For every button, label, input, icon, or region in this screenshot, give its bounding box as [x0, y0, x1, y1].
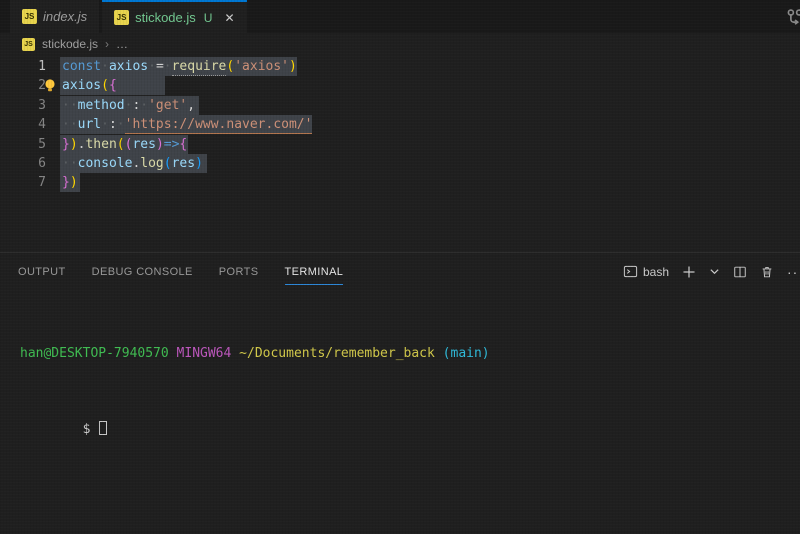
shell-label: bash	[642, 264, 669, 279]
git-compare-icon[interactable]	[784, 7, 800, 29]
tab-label: index.js	[43, 9, 88, 24]
tab-index-js[interactable]: JS index.js	[10, 0, 100, 33]
new-terminal-icon[interactable]	[682, 265, 696, 279]
code-token: ·	[101, 117, 109, 132]
code-token: method	[77, 98, 125, 113]
line-number[interactable]: 5	[0, 135, 46, 154]
terminal-output[interactable]: han@DESKTOP-7940570 MINGW64 ~/Documents/…	[0, 290, 800, 530]
line-number[interactable]: 4	[0, 115, 46, 134]
editor-actions	[784, 7, 800, 29]
code-token: ·	[140, 98, 149, 113]
code-token: ·	[116, 117, 125, 132]
terminal-shell-picker[interactable]: bash	[623, 264, 669, 279]
javascript-file-icon: JS	[22, 9, 37, 24]
terminal-prompt-line: $	[20, 401, 800, 458]
code-token: 'get'	[148, 98, 188, 113]
code-token: 'axios'	[234, 59, 290, 74]
breadcrumb-separator-icon: ›	[105, 37, 110, 51]
tab-label: stickode.js	[135, 10, 196, 25]
code-token: (	[116, 137, 125, 152]
line-number[interactable]: 6	[0, 154, 46, 173]
panel-header: OUTPUT DEBUG CONSOLE PORTS TERMINAL bash	[0, 252, 800, 290]
panel-tab-ports[interactable]: PORTS	[219, 258, 259, 285]
code-token: :	[108, 117, 117, 132]
code-token: ,	[187, 98, 196, 113]
code-token: )	[69, 175, 78, 190]
line-number[interactable]: 3	[0, 96, 46, 115]
code-token: ·	[148, 59, 156, 74]
code-token: res	[171, 156, 196, 171]
code-token: {	[108, 78, 117, 93]
chevron-down-icon[interactable]	[709, 266, 720, 277]
git-untracked-badge: U	[203, 10, 213, 25]
code-token: const	[62, 59, 102, 74]
javascript-file-icon: JS	[114, 10, 130, 25]
code-line: axios({	[62, 76, 117, 95]
code-line: ··method·:·'get',	[62, 96, 195, 115]
line-number[interactable]: 1	[0, 57, 46, 76]
kill-terminal-trash-icon[interactable]	[760, 265, 774, 279]
javascript-file-icon: JS	[22, 37, 35, 51]
breadcrumb-file[interactable]: stickode.js	[42, 37, 98, 51]
split-terminal-icon[interactable]	[733, 265, 747, 279]
code-token: 'https://www.naver.com/'	[124, 117, 313, 134]
code-token: ·	[163, 59, 172, 74]
code-token: axios	[62, 78, 102, 93]
code-token: ··	[62, 117, 78, 132]
code-token: res	[132, 137, 156, 152]
code-token: ··	[62, 98, 78, 113]
code-token: console	[77, 156, 133, 171]
more-actions-icon[interactable]: ···	[787, 264, 800, 280]
terminal-text-segment: ~/Documents/remember_back	[239, 346, 435, 361]
code-token: }	[62, 175, 70, 190]
editor-tab-bar: JS index.js JS stickode.js U ✕	[0, 0, 800, 33]
terminal-cursor	[99, 421, 108, 435]
panel-tab-debug-console[interactable]: DEBUG CONSOLE	[92, 258, 193, 285]
code-token: require	[171, 59, 227, 76]
code-line: ··console.log(res)	[62, 154, 203, 173]
terminal-text-segment: MINGW64	[176, 346, 232, 361]
code-token: )	[195, 156, 203, 171]
panel-tabs: OUTPUT DEBUG CONSOLE PORTS TERMINAL	[18, 258, 344, 285]
code-token: =>	[163, 137, 180, 152]
panel-tab-terminal[interactable]: TERMINAL	[284, 258, 344, 285]
code-editor[interactable]: 1234567 const·axios·=·require('axios') ax…	[0, 55, 800, 252]
code-token: ·	[101, 59, 109, 74]
terminal-text-segment: (main)	[442, 346, 490, 361]
code-token: ··	[62, 156, 78, 171]
lightbulb-code-action-icon[interactable]	[44, 79, 56, 97]
code-token: }	[62, 137, 70, 152]
vscode-window: JS index.js JS stickode.js U ✕ JS sticko…	[0, 0, 800, 534]
bottom-panel: OUTPUT DEBUG CONSOLE PORTS TERMINAL bash	[0, 252, 800, 530]
code-token: )	[155, 137, 164, 152]
code-token: then	[85, 137, 117, 152]
code-token: axios	[108, 59, 149, 74]
breadcrumb: JS stickode.js › …	[0, 33, 800, 55]
breadcrumb-more[interactable]: …	[116, 37, 128, 51]
code-line: ··url·:·'https://www.naver.com/'	[62, 115, 313, 134]
code-token: )	[69, 137, 78, 152]
panel-tab-output[interactable]: OUTPUT	[18, 258, 66, 285]
terminal-line: han@DESKTOP-7940570 MINGW64 ~/Documents/…	[20, 344, 800, 363]
code-token: {	[179, 137, 188, 152]
code-line: })	[62, 173, 78, 192]
code-token: (	[101, 78, 109, 93]
code-token: log	[140, 156, 164, 171]
line-number[interactable]: 2	[0, 76, 46, 95]
line-number[interactable]: 7	[0, 173, 46, 192]
code-token: =	[155, 59, 164, 74]
terminal-icon	[623, 265, 638, 278]
tab-stickode-js[interactable]: JS stickode.js U ✕	[102, 0, 247, 33]
code-token: )	[289, 59, 297, 74]
close-tab-icon[interactable]: ✕	[224, 11, 234, 25]
terminal-text-segment: han@DESKTOP-7940570	[20, 346, 169, 361]
code-token: (	[163, 156, 172, 171]
code-line: const·axios·=·require('axios')	[62, 57, 297, 76]
code-line: }).then((res)=>{	[62, 135, 187, 154]
panel-actions: bash ··	[623, 264, 800, 280]
code-token: url	[77, 117, 102, 132]
